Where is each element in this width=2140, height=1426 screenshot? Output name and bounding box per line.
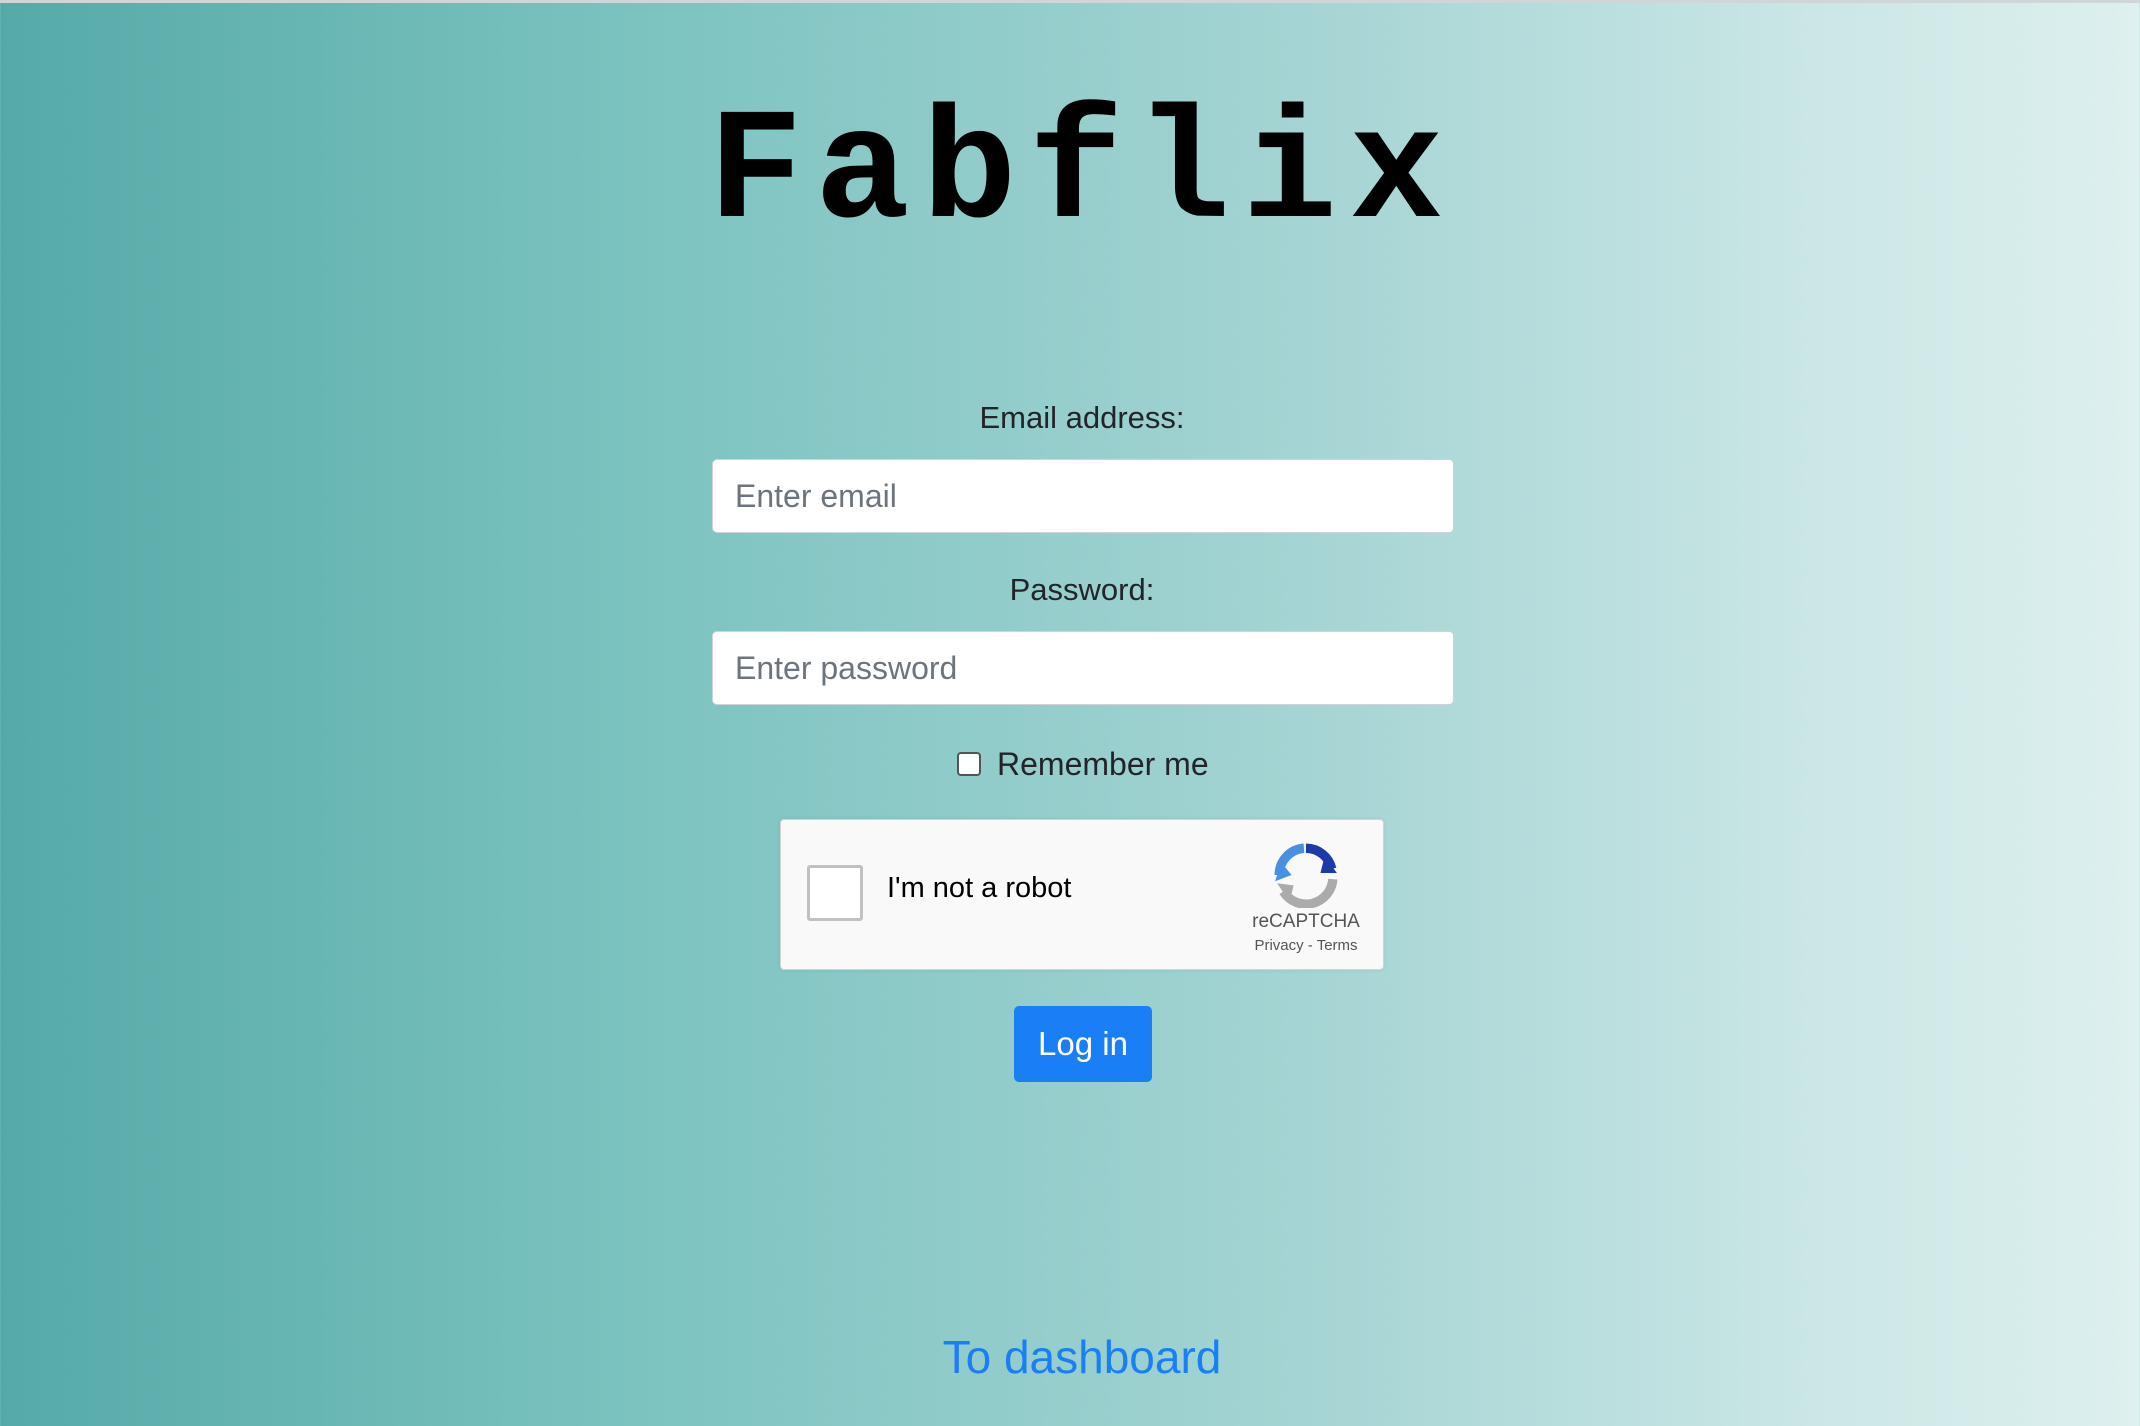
dashboard-link[interactable]: To dashboard — [0, 1329, 2140, 1385]
login-button[interactable]: Log in — [1014, 1006, 1152, 1082]
recaptcha-widget: I'm not a robot reCAPTCHA Privacy - Term… — [780, 819, 1384, 970]
email-label: Email address: — [979, 400, 1185, 435]
remember-me: Remember me — [957, 744, 1209, 784]
remember-me-checkbox[interactable] — [957, 752, 981, 776]
page-title: Fabflix — [708, 85, 1456, 264]
password-label: Password: — [1009, 572, 1155, 607]
recaptcha-terms-link[interactable]: Terms — [1317, 937, 1358, 954]
recaptcha-checkbox[interactable] — [807, 865, 863, 921]
recaptcha-links: Privacy - Terms — [1231, 937, 1381, 954]
password-input[interactable] — [712, 631, 1454, 705]
recaptcha-label: I'm not a robot — [887, 872, 1072, 904]
remember-me-label[interactable]: Remember me — [997, 746, 1209, 783]
recaptcha-separator: - — [1307, 937, 1313, 954]
top-border — [0, 0, 2140, 3]
recaptcha-logo-icon — [1274, 843, 1338, 908]
recaptcha-privacy-link[interactable]: Privacy — [1254, 937, 1303, 954]
email-input[interactable] — [712, 459, 1454, 533]
recaptcha-brand: reCAPTCHA — [1252, 911, 1360, 932]
